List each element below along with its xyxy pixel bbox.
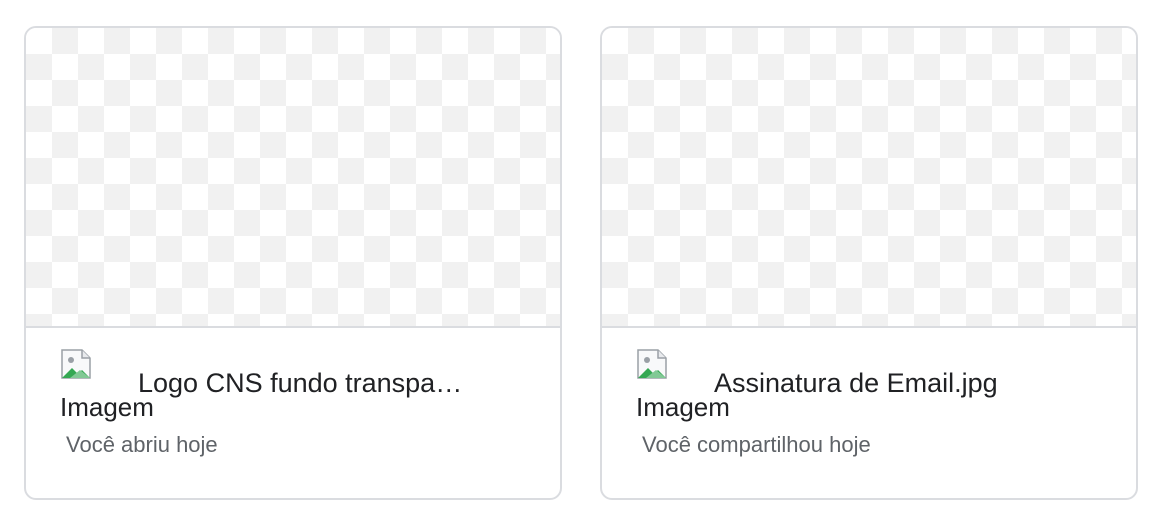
file-card[interactable]: Imagem Assinatura de Email.jpg Você comp…	[600, 26, 1138, 500]
file-name[interactable]: Assinatura de Email.jpg	[714, 370, 998, 397]
file-card[interactable]: Imagem Logo CNS fundo transpa… Você abri…	[24, 26, 562, 500]
broken-image-icon	[60, 348, 96, 384]
file-card-meta: Imagem Logo CNS fundo transpa… Você abri…	[26, 328, 560, 498]
file-thumbnail-transparent[interactable]	[602, 28, 1136, 328]
file-name[interactable]: Logo CNS fundo transpa…	[138, 370, 462, 397]
file-activity: Você compartilhou hoje	[642, 432, 871, 457]
broken-image-icon	[636, 348, 672, 384]
file-cards-grid: Imagem Logo CNS fundo transpa… Você abri…	[0, 0, 1168, 512]
file-activity: Você abriu hoje	[66, 432, 218, 457]
file-thumbnail-transparent[interactable]	[26, 28, 560, 328]
file-card-meta: Imagem Assinatura de Email.jpg Você comp…	[602, 328, 1136, 498]
